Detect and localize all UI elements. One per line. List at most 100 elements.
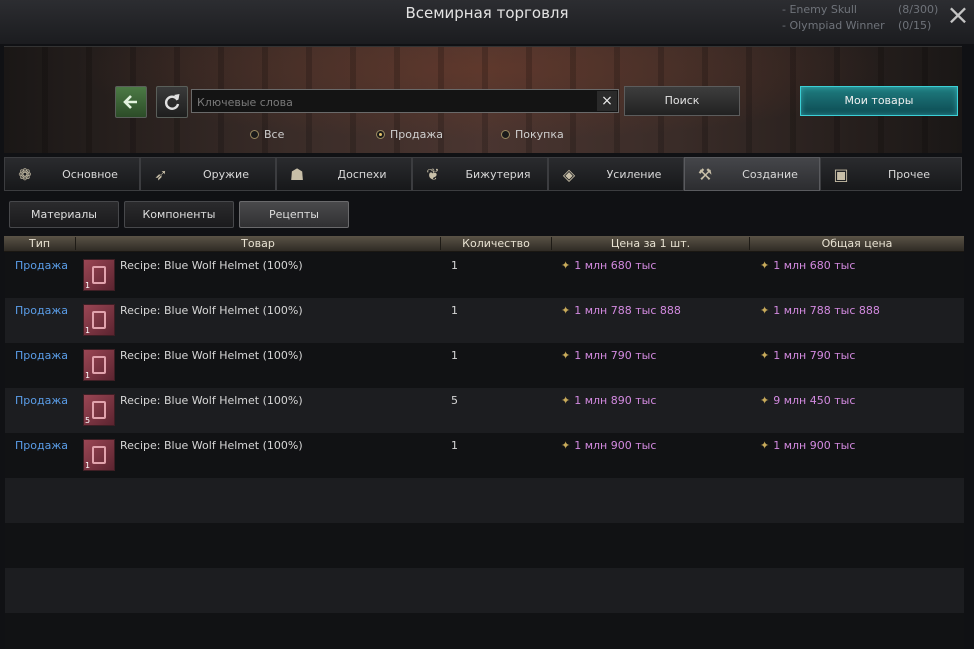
- tab-misc[interactable]: ▣ Прочее: [820, 157, 962, 191]
- total-price: ✦ 1 млн 900 тыс: [760, 439, 855, 452]
- recipe-scroll-icon[interactable]: 5: [83, 394, 115, 426]
- tab-label: Усиление: [606, 168, 662, 181]
- back-button[interactable]: [115, 86, 147, 118]
- total-price: ✦ 1 млн 790 тыс: [760, 349, 855, 362]
- quest-item: - Olympiad Winner (0/15): [782, 19, 932, 32]
- adena-icon: ✦: [561, 394, 571, 407]
- unit-price: ✦ 1 млн 900 тыс: [561, 439, 656, 452]
- close-icon: ×: [946, 0, 970, 31]
- quest-count: (0/15): [898, 19, 932, 32]
- total-price: ✦ 9 млн 450 тыс: [760, 394, 855, 407]
- unit-price-value: 1 млн 790 тыс: [574, 349, 657, 362]
- quantity: 1: [451, 349, 458, 362]
- quest-count: (8/300): [898, 3, 939, 16]
- table-row[interactable]: Продажа 5 Recipe: Blue Wolf Helmet (100%…: [5, 388, 964, 433]
- column-header-item[interactable]: Товар: [76, 236, 440, 251]
- glyph: [92, 446, 106, 464]
- title-bar: Всемирная торговля - Enemy Skull (8/300)…: [0, 0, 974, 44]
- adena-icon: ✦: [561, 259, 571, 272]
- glyph: [92, 356, 106, 374]
- close-button[interactable]: ×: [944, 0, 972, 31]
- table-row[interactable]: Продажа 1 Recipe: Blue Wolf Helmet (100%…: [5, 298, 964, 343]
- unit-price-value: 1 млн 788 тыс 888: [574, 304, 681, 317]
- search-field[interactable]: ×: [191, 89, 619, 114]
- listing-type-link[interactable]: Продажа: [15, 439, 68, 452]
- column-header-quantity[interactable]: Количество: [441, 236, 551, 251]
- radio-icon: [250, 130, 259, 139]
- quantity: 1: [451, 304, 458, 317]
- icon-quantity: 1: [85, 371, 91, 380]
- tab-armor[interactable]: ☗ Доспехи: [276, 157, 412, 191]
- column-header-unit-price[interactable]: Цена за 1 шт.: [552, 236, 749, 251]
- search-input[interactable]: [192, 90, 599, 114]
- tab-enhance[interactable]: ◈ Усиление: [548, 157, 684, 191]
- unit-price: ✦ 1 млн 890 тыс: [561, 394, 656, 407]
- radio-checked-icon: [376, 130, 385, 139]
- unit-price: ✦ 1 млн 790 тыс: [561, 349, 656, 362]
- jewelry-icon: ❦: [426, 165, 440, 184]
- recipe-scroll-icon[interactable]: 1: [83, 439, 115, 471]
- listing-type-link[interactable]: Продажа: [15, 349, 68, 362]
- item-name: Recipe: Blue Wolf Helmet (100%): [120, 304, 303, 317]
- column-header-total-price[interactable]: Общая цена: [750, 236, 964, 251]
- total-price: ✦ 1 млн 788 тыс 888: [760, 304, 880, 317]
- tab-label: Основное: [62, 168, 118, 181]
- empty-row: [5, 523, 964, 568]
- tab-basic[interactable]: ❁ Основное: [4, 157, 140, 191]
- craft-icon: ⚒: [697, 165, 713, 184]
- total-price: ✦ 1 млн 680 тыс: [760, 259, 855, 272]
- filter-all-radio[interactable]: Все: [250, 128, 284, 141]
- total-price-value: 1 млн 680 тыс: [773, 259, 856, 272]
- filter-buy-radio[interactable]: Покупка: [501, 128, 564, 141]
- adena-icon: ✦: [760, 349, 770, 362]
- table-row[interactable]: Продажа 1 Recipe: Blue Wolf Helmet (100%…: [5, 433, 964, 478]
- quest-item: - Enemy Skull (8/300): [782, 3, 939, 16]
- column-header-type[interactable]: Тип: [4, 236, 75, 251]
- filter-sale-radio[interactable]: Продажа: [376, 128, 443, 141]
- icon-quantity: 1: [85, 461, 91, 470]
- table-row[interactable]: Продажа 1 Recipe: Blue Wolf Helmet (100%…: [5, 253, 964, 298]
- subtab-materials[interactable]: Материалы: [9, 201, 119, 228]
- recipe-scroll-icon[interactable]: 1: [83, 259, 115, 291]
- misc-icon: ▣: [833, 165, 849, 184]
- category-tabs: ❁ Основное ➶ Оружие ☗ Доспехи ❦ Бижутери…: [4, 157, 962, 191]
- clear-search-button[interactable]: ×: [597, 91, 617, 111]
- glyph: [92, 311, 106, 329]
- recipe-scroll-icon[interactable]: 1: [83, 349, 115, 381]
- unit-price-value: 1 млн 900 тыс: [574, 439, 657, 452]
- tab-label: Прочее: [887, 168, 931, 181]
- listing-type-link[interactable]: Продажа: [15, 259, 68, 272]
- tab-weapons[interactable]: ➶ Оружие: [140, 157, 276, 191]
- quantity: 1: [451, 439, 458, 452]
- tab-label: Бижутерия: [465, 168, 531, 181]
- filter-buy-label: Покупка: [515, 128, 564, 141]
- adena-icon: ✦: [760, 259, 770, 272]
- refresh-icon: [164, 94, 180, 110]
- filter-sale-label: Продажа: [390, 128, 443, 141]
- close-icon: ×: [601, 93, 613, 109]
- unit-price: ✦ 1 млн 788 тыс 888: [561, 304, 681, 317]
- subtab-recipes[interactable]: Рецепты: [239, 201, 349, 228]
- tab-jewelry[interactable]: ❦ Бижутерия: [412, 157, 548, 191]
- item-name: Recipe: Blue Wolf Helmet (100%): [120, 394, 303, 407]
- adena-icon: ✦: [760, 439, 770, 452]
- total-price-value: 1 млн 788 тыс 888: [773, 304, 880, 317]
- listing-type-link[interactable]: Продажа: [15, 304, 68, 317]
- radio-icon: [501, 130, 510, 139]
- empty-row: [5, 568, 964, 613]
- recipe-scroll-icon[interactable]: 1: [83, 304, 115, 336]
- tab-label: Создание: [742, 168, 798, 181]
- table-row[interactable]: Продажа 1 Recipe: Blue Wolf Helmet (100%…: [5, 343, 964, 388]
- subtab-components[interactable]: Компоненты: [124, 201, 234, 228]
- quest-name: Olympiad Winner: [789, 19, 885, 32]
- adena-icon: ✦: [760, 304, 770, 317]
- my-goods-button[interactable]: Мои товары: [800, 86, 958, 116]
- tab-craft[interactable]: ⚒ Создание: [684, 157, 820, 191]
- table-header: Тип Товар Количество Цена за 1 шт. Общая…: [4, 236, 964, 252]
- adena-icon: ✦: [561, 349, 571, 362]
- search-button[interactable]: Поиск: [624, 86, 740, 116]
- refresh-button[interactable]: [156, 86, 188, 118]
- listings-table: Тип Товар Количество Цена за 1 шт. Общая…: [4, 236, 964, 649]
- adena-icon: ✦: [561, 304, 571, 317]
- listing-type-link[interactable]: Продажа: [15, 394, 68, 407]
